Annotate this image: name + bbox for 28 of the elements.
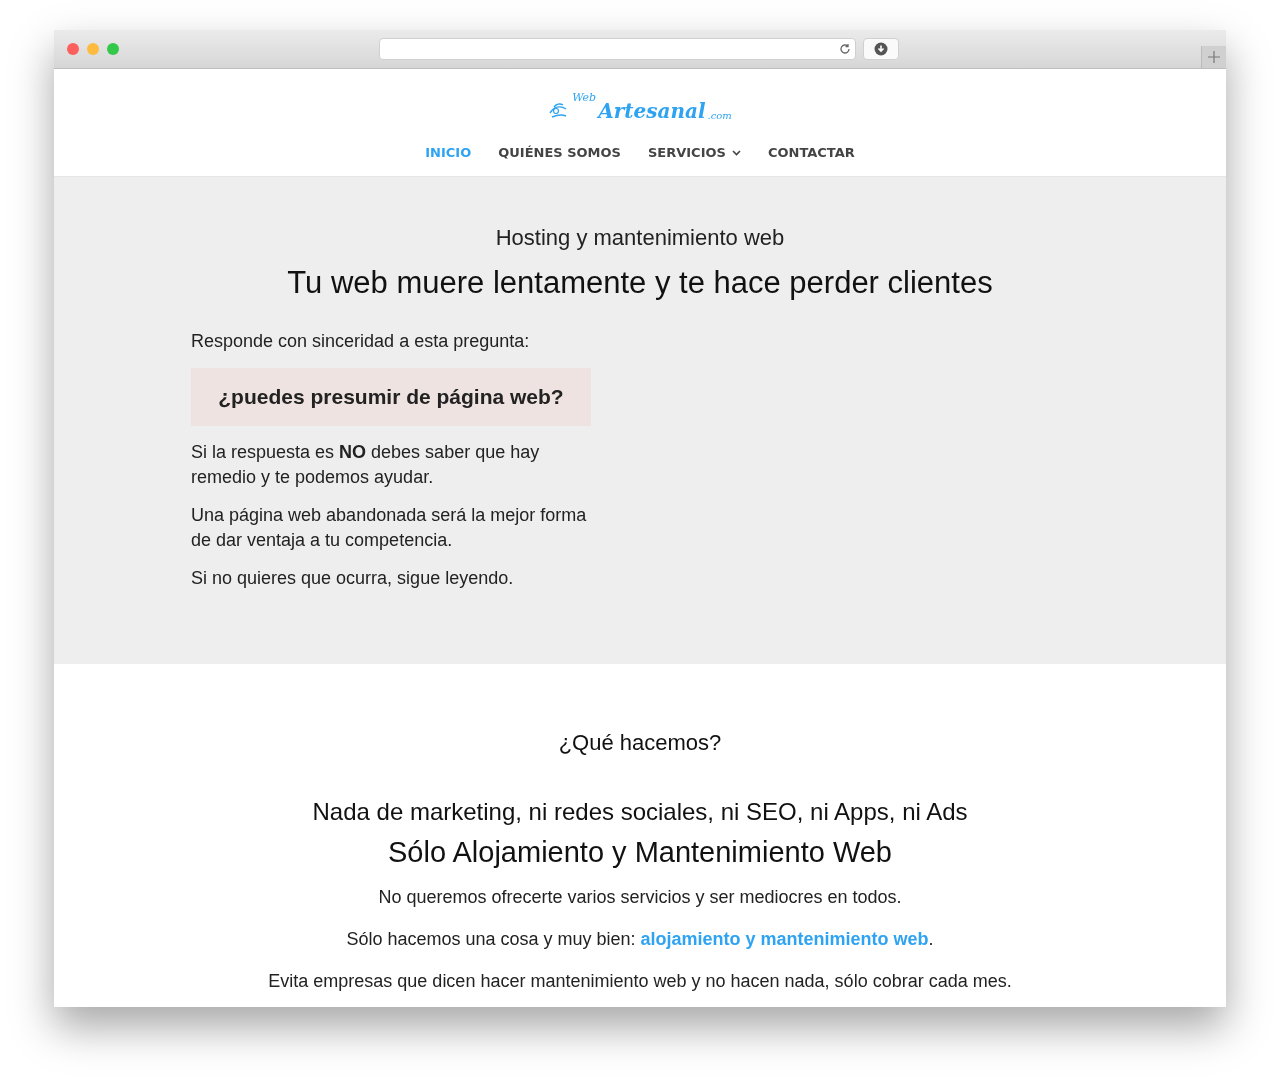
nav-link[interactable]: CONTACTAR [767,145,855,160]
logo-text: Artesanal [598,101,706,121]
section-heading: ¿Qué hacemos? [558,730,722,756]
paragraph: Si la respuesta es NO debes saber que hay remedio y te podemos ayudar. [191,441,541,489]
nav-link[interactable]: SERVICIOS [647,145,741,160]
section-title: Tu web muere lentamente y te hace perder clientes [287,265,993,301]
question-banner: ¿puedes presumir de página web? [191,368,591,426]
logo-text: Web [572,91,597,104]
paragraph: Sólo hacemos una cosa y muy bien: alojamiento y mantenimiento web. [346,928,934,951]
new-tab-button[interactable] [1201,46,1226,68]
logo-text: .com [707,110,732,121]
address-bar[interactable] [379,38,856,60]
close-dot[interactable] [67,43,79,55]
paragraph: No queremos ofrecerte varios servicios y ser mediocres en todos. [378,886,902,909]
headline: Nada de marketing, ni redes sociales, ni SEO, ni Apps, ni Ads [312,798,968,826]
intro-text: Responde con sinceridad a esta pregunta: [191,330,531,353]
download-icon [874,42,888,56]
minimize-dot[interactable] [87,43,99,55]
section-subtitle: Hosting y mantenimiento web [495,225,785,251]
paragraph: Si no quieres que ocurra, sigue leyendo. [191,567,515,590]
reload-icon [839,43,851,55]
paragraph: Evita empresas que dicen hacer mantenimiento web y no hacen nada, sólo cobrar cada mes. [268,970,1012,993]
paragraph: Una página web abandonada será la mejor forma de dar ventaja a tu competencia. [191,504,588,552]
zoom-dot[interactable] [107,43,119,55]
headline: Sólo Alojamiento y Mantenimiento Web [388,836,892,869]
plus-icon [1208,51,1220,63]
download-button[interactable] [863,38,899,60]
nav-link[interactable]: QUIÉNES SOMOS [498,145,621,160]
